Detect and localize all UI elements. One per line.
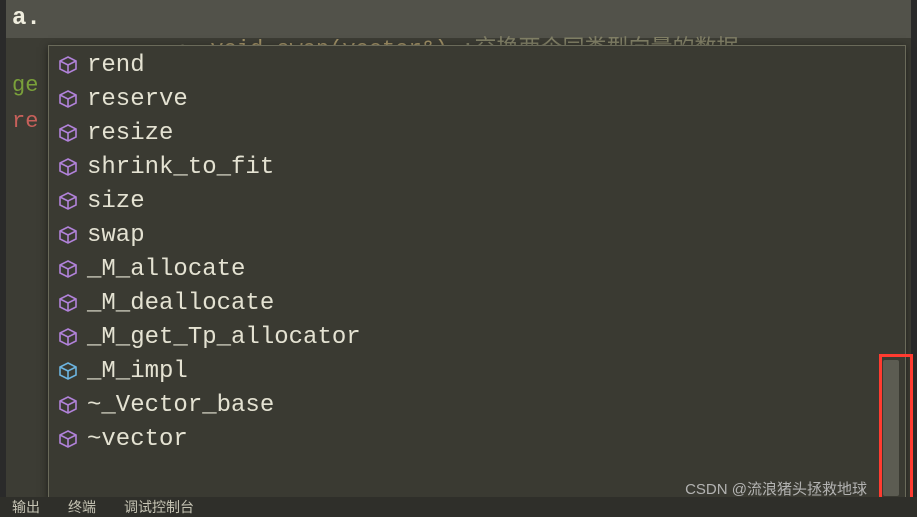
autocomplete-item-label: swap (87, 222, 145, 249)
method-icon (57, 394, 79, 416)
autocomplete-item[interactable]: swap (49, 218, 905, 252)
method-icon (57, 190, 79, 212)
autocomplete-item[interactable]: _M_deallocate (49, 286, 905, 320)
method-icon (57, 122, 79, 144)
autocomplete-item[interactable]: ~_Vector_base (49, 388, 905, 422)
method-icon (57, 428, 79, 450)
autocomplete-item-label: ~vector (87, 426, 188, 453)
method-icon (57, 224, 79, 246)
autocomplete-popup[interactable]: rend reserve resize shrink_to_fitsize swap _M… (48, 45, 906, 500)
method-icon (57, 292, 79, 314)
autocomplete-item-label: reserve (87, 86, 188, 113)
autocomplete-item[interactable]: size (49, 184, 905, 218)
field-icon (57, 360, 79, 382)
autocomplete-item[interactable]: rend (49, 48, 905, 82)
scrollbar-thumb[interactable] (883, 360, 899, 496)
tab-terminal[interactable]: 终端 (68, 497, 96, 517)
autocomplete-item[interactable]: _M_get_Tp_allocator (49, 320, 905, 354)
autocomplete-item-label: _M_allocate (87, 256, 245, 283)
code-fragment: re (12, 104, 38, 140)
autocomplete-item-label: _M_impl (87, 358, 188, 385)
autocomplete-item[interactable]: ~vector (49, 422, 905, 456)
autocomplete-item-label: rend (87, 52, 145, 79)
method-icon (57, 54, 79, 76)
method-icon (57, 88, 79, 110)
tab-debug-console[interactable]: 调试控制台 (124, 497, 194, 517)
autocomplete-item[interactable]: reserve (49, 82, 905, 116)
gutter-code: ge re (12, 68, 38, 140)
autocomplete-item[interactable]: resize (49, 116, 905, 150)
autocomplete-item-label: resize (87, 120, 173, 147)
method-icon (57, 326, 79, 348)
method-icon (57, 156, 79, 178)
autocomplete-list: rend reserve resize shrink_to_fitsize swap _M… (49, 46, 905, 499)
autocomplete-item-label: ~_Vector_base (87, 392, 274, 419)
autocomplete-item-label: shrink_to_fit (87, 154, 274, 181)
code-fragment: ge (12, 68, 38, 104)
autocomplete-item-label: _M_get_Tp_allocator (87, 324, 361, 351)
autocomplete-item[interactable]: shrink_to_fit (49, 150, 905, 184)
bottom-panel-tabs: 输出 终端 调试控制台 (0, 497, 917, 517)
autocomplete-item-label: _M_deallocate (87, 290, 274, 317)
method-icon (57, 258, 79, 280)
tab-output[interactable]: 输出 (12, 497, 40, 517)
autocomplete-item[interactable]: _M_allocate (49, 252, 905, 286)
autocomplete-item[interactable]: _M_impl (49, 354, 905, 388)
autocomplete-item-label: size (87, 188, 145, 215)
active-line-text: a. (12, 0, 41, 38)
